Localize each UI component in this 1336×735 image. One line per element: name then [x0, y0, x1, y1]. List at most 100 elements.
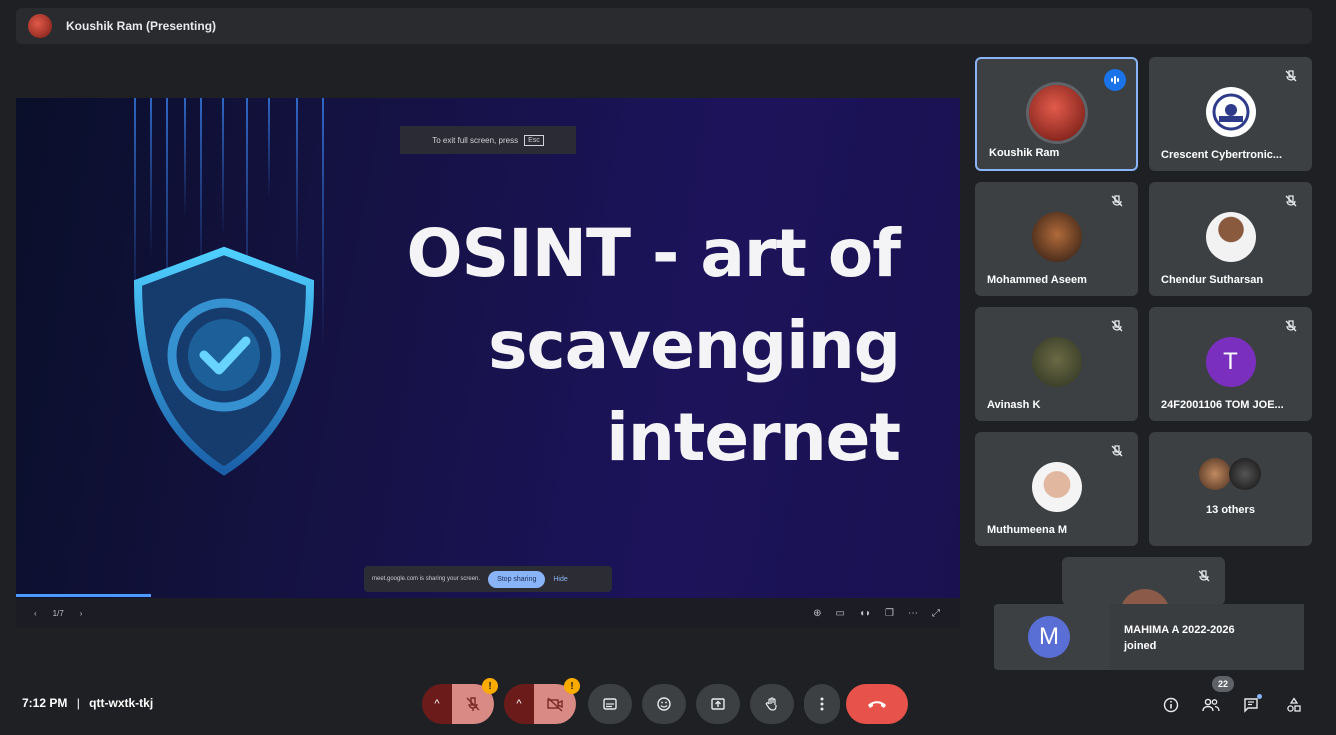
captions-button[interactable] [588, 684, 632, 724]
presenter-avatar [28, 14, 52, 38]
more-icon[interactable]: ⋯ [908, 608, 918, 619]
prev-slide-icon[interactable]: ‹ [34, 609, 37, 618]
meet-window: Koushik Ram (Presenting) To exit full sc… [0, 0, 1336, 735]
present-button[interactable] [696, 684, 740, 724]
reactions-button[interactable] [642, 684, 686, 724]
people-button[interactable] [1200, 694, 1222, 716]
warning-badge: ! [482, 678, 498, 694]
participant-tile[interactable]: T 24F2001106 TOM JOE... [1149, 307, 1312, 421]
participant-name: Crescent Cybertronic... [1161, 149, 1283, 161]
meeting-code: qtt-wxtk-tkj [89, 696, 154, 710]
leave-call-button[interactable] [846, 684, 908, 724]
presenter-title: Koushik Ram (Presenting) [66, 19, 217, 33]
camera-toggle-button[interactable]: ! [534, 678, 580, 724]
avatar [1205, 212, 1256, 262]
others-count: 13 others [1206, 504, 1255, 516]
more-vert-icon [820, 697, 824, 711]
camera-control: ^ ! [504, 678, 580, 724]
mic-off-icon [1111, 320, 1123, 332]
more-options-button[interactable] [804, 684, 840, 724]
stop-sharing-button[interactable]: Stop sharing [488, 570, 546, 588]
hang-up-icon [868, 701, 886, 708]
mic-toggle-button[interactable]: ! [452, 678, 498, 724]
audio-icon[interactable]: ◖◗ [859, 608, 871, 619]
avatar [1031, 337, 1082, 387]
avatar [1199, 458, 1231, 490]
expand-icon[interactable]: ⤢ [932, 608, 940, 619]
unread-dot [1257, 694, 1262, 699]
people-icon [1202, 698, 1220, 712]
esc-key: Esc [524, 134, 544, 146]
participant-tile[interactable]: Avinash K [975, 307, 1138, 421]
avatar [1031, 462, 1082, 512]
sharing-notice: meet.google.com is sharing your screen. … [364, 566, 612, 592]
participant-tile[interactable]: Koushik Ram [975, 57, 1138, 171]
participant-name: 24F2001106 TOM JOE... [1161, 399, 1284, 411]
speaking-indicator-icon [1104, 69, 1126, 91]
clock: 7:12 PM [22, 696, 68, 710]
mic-off-icon [1111, 445, 1123, 457]
sharing-notice-text: meet.google.com is sharing your screen. [372, 576, 481, 582]
avatar [1205, 87, 1256, 137]
activities-icon [1287, 697, 1301, 712]
avatar [1120, 589, 1170, 605]
mic-off-icon [1285, 320, 1297, 332]
participant-name: Muthumeena M [987, 524, 1068, 536]
next-slide-icon[interactable]: › [80, 609, 83, 618]
warning-badge: ! [564, 678, 580, 694]
layout-icon[interactable]: ❐ [885, 608, 894, 619]
slide-headline: OSINT - art of scavenging internet [340, 208, 901, 484]
participant-name: Avinash K [987, 399, 1041, 411]
separator: | [76, 696, 80, 710]
participant-tile[interactable]: Crescent Cybertronic... [1149, 57, 1312, 171]
participant-name: Koushik Ram [989, 147, 1060, 159]
fullscreen-hint: To exit full screen, press Esc [400, 126, 576, 154]
slide: To exit full screen, press Esc OSINT - a… [16, 98, 960, 598]
join-notification: M MAHIMA A 2022-2026 joined [994, 604, 1304, 670]
others-tile[interactable]: 13 others [1149, 432, 1312, 546]
participant-tile[interactable] [1062, 557, 1225, 605]
fullscreen-hint-text: To exit full screen, press [432, 135, 519, 145]
participant-tile[interactable]: Mohammed Aseem [975, 182, 1138, 296]
emoji-icon [657, 697, 671, 711]
mic-off-icon [1111, 195, 1123, 207]
info-icon [1163, 697, 1179, 713]
avatar: M [1028, 616, 1070, 658]
page-indicator: 1/7 [52, 608, 64, 618]
avatar: T [1205, 337, 1256, 387]
hand-icon [765, 697, 777, 711]
meeting-details: 7:12 PM | qtt-wxtk-tkj [22, 696, 153, 710]
headline-line-3: internet [606, 399, 901, 476]
zoom-icon[interactable]: ⊕ [813, 608, 821, 619]
participant-tile[interactable]: Chendur Sutharsan [1149, 182, 1312, 296]
mic-control: ^ ! [422, 678, 498, 724]
camera-options-button[interactable]: ^ [504, 684, 534, 724]
joined-status: joined [1124, 640, 1157, 652]
meeting-info-button[interactable] [1160, 694, 1182, 716]
mic-off-icon [1285, 195, 1297, 207]
join-notification-text: MAHIMA A 2022-2026 joined [1124, 622, 1235, 654]
avatar [1028, 85, 1085, 141]
mic-off-icon [1285, 70, 1297, 82]
mic-off-icon [466, 697, 480, 711]
headline-line-2: scavenging [488, 307, 901, 384]
raise-hand-button[interactable] [750, 684, 794, 724]
headline-line-1: OSINT - art of [406, 215, 901, 292]
presenter-bar: Koushik Ram (Presenting) [16, 8, 1312, 44]
shield-check-icon [133, 246, 315, 476]
activities-button[interactable] [1283, 694, 1305, 716]
participant-tile[interactable]: Muthumeena M [975, 432, 1138, 546]
mic-options-button[interactable]: ^ [422, 684, 452, 724]
shared-screen: To exit full screen, press Esc OSINT - a… [16, 98, 960, 628]
joined-name: MAHIMA A 2022-2026 [1124, 624, 1235, 636]
chat-button[interactable] [1240, 694, 1262, 716]
mic-off-icon [1198, 570, 1210, 582]
participant-name: Chendur Sutharsan [1161, 274, 1264, 286]
captions-icon[interactable]: ▭ [835, 608, 844, 619]
captions-icon [603, 698, 617, 710]
camera-off-icon [547, 697, 563, 712]
avatar [1031, 212, 1082, 262]
hide-button[interactable]: Hide [553, 576, 567, 583]
avatar [1229, 458, 1261, 490]
slide-controls: ‹ 1/7 › ⊕ ▭ ◖◗ ❐ ⋯ ⤢ [16, 598, 960, 628]
